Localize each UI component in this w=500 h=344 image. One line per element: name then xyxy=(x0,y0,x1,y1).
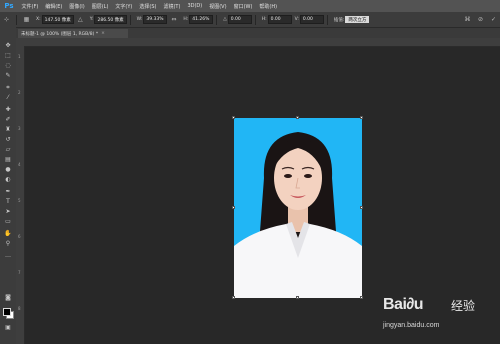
menu-view[interactable]: 视图(V) xyxy=(206,3,230,10)
close-icon[interactable]: × xyxy=(101,31,105,36)
w-label: W: xyxy=(136,17,143,22)
transform-handle-top[interactable] xyxy=(296,116,299,119)
blur-tool-icon[interactable]: ● xyxy=(3,165,13,174)
type-tool-icon[interactable]: T xyxy=(3,197,13,206)
vskew-label: V: xyxy=(294,17,299,22)
move-tool-icon[interactable]: ✥ xyxy=(3,41,13,50)
menu-type[interactable]: 文字(Y) xyxy=(112,3,136,10)
screen-mode-icon[interactable]: ▣ xyxy=(3,323,13,332)
ruler-label: 8 xyxy=(18,306,21,311)
quick-select-tool-icon[interactable]: ✎ xyxy=(3,71,13,80)
options-bar: ⊹ ▦ X: 147.50 像素 △ Y: 286.50 像素 W: 39.33… xyxy=(0,12,500,28)
hand-tool-icon[interactable]: ✋ xyxy=(3,229,13,238)
separator xyxy=(216,14,218,25)
document-tab-title: 未标题-1 @ 100% (图层 1, RGB/8) * xyxy=(21,31,99,37)
transform-handle-top-right[interactable] xyxy=(360,116,363,119)
crop-tool-icon[interactable]: ⌗ xyxy=(3,83,13,92)
ruler-vertical: 1 2 3 4 5 6 7 8 xyxy=(16,46,25,344)
shape-tool-icon[interactable]: ▭ xyxy=(3,217,13,226)
healing-brush-tool-icon[interactable]: ✚ xyxy=(3,105,13,114)
transform-handle-bottom-right[interactable] xyxy=(360,296,363,299)
ruler-label: 4 xyxy=(18,162,21,167)
menu-select[interactable]: 选择(S) xyxy=(136,3,160,10)
width-input[interactable]: 39.33% xyxy=(143,15,168,24)
angle-input[interactable]: 0.00 xyxy=(227,15,252,24)
interpolation-select[interactable]: 两次立方 xyxy=(345,16,370,23)
menu-layer[interactable]: 图层(L) xyxy=(88,3,112,10)
h-label: H: xyxy=(183,17,189,22)
vskew-input[interactable]: 0.00 xyxy=(299,15,324,24)
quick-mask-icon[interactable]: ◙ xyxy=(3,293,13,302)
cancel-transform-icon[interactable]: ⊘ xyxy=(476,15,485,24)
zoom-tool-icon[interactable]: ⚲ xyxy=(3,239,13,248)
ruler-corner xyxy=(16,38,24,46)
ruler-horizontal xyxy=(24,38,500,53)
hskew-input[interactable]: 0.00 xyxy=(267,15,292,24)
reference-point-icon[interactable]: ▦ xyxy=(22,15,31,24)
menu-filter[interactable]: 滤镜(T) xyxy=(160,3,184,10)
y-label: Y: xyxy=(89,17,94,22)
ruler-label: 5 xyxy=(18,198,21,203)
menu-file[interactable]: 文件(F) xyxy=(18,3,42,10)
separator xyxy=(16,14,17,25)
relative-position-icon[interactable]: △ xyxy=(76,15,85,24)
x-label: X: xyxy=(36,17,41,22)
lasso-tool-icon[interactable]: ◌ xyxy=(3,61,13,70)
eyedropper-tool-icon[interactable]: ⁄ xyxy=(3,93,13,102)
menu-3d[interactable]: 3D(D) xyxy=(184,3,206,9)
hskew-label: H: xyxy=(261,17,267,22)
transform-handle-left[interactable] xyxy=(232,206,235,209)
menu-help[interactable]: 帮助(H) xyxy=(256,3,281,10)
ruler-label: 7 xyxy=(18,270,21,275)
path-selection-tool-icon[interactable]: ➤ xyxy=(3,207,13,216)
y-input[interactable]: 286.50 像素 xyxy=(94,15,127,24)
transform-handle-bottom-left[interactable] xyxy=(232,296,235,299)
x-input[interactable]: 147.50 像素 xyxy=(41,15,74,24)
tools-panel: ✥ ⬚ ◌ ✎ ⌗ ⁄ ✚ ✐ ♜ ↺ ▱ ▤ ● ◐ ✒ T ➤ ▭ ✋ ⚲ … xyxy=(0,27,17,344)
separator xyxy=(254,14,256,25)
watermark-jingyan: 经验 xyxy=(451,299,476,313)
menu-edit[interactable]: 编辑(E) xyxy=(42,3,66,10)
clone-stamp-tool-icon[interactable]: ♜ xyxy=(3,125,13,134)
height-input[interactable]: 41.26% xyxy=(189,15,214,24)
link-icon[interactable]: ⇔ xyxy=(169,15,178,24)
extra-tools-icon[interactable]: … xyxy=(3,251,13,260)
transform-handle-top-left[interactable] xyxy=(232,116,235,119)
ruler-label: 2 xyxy=(18,90,21,95)
menu-image[interactable]: 图像(I) xyxy=(66,3,88,10)
ruler-label: 1 xyxy=(18,54,21,59)
interpolation-label: 插值: xyxy=(333,17,345,23)
menu-bar: Ps 文件(F) 编辑(E) 图像(I) 图层(L) 文字(Y) 选择(S) 滤… xyxy=(0,0,500,12)
menu-window[interactable]: 窗口(W) xyxy=(230,3,256,10)
eraser-tool-icon[interactable]: ▱ xyxy=(3,145,13,154)
document-tab-bar: 未标题-1 @ 100% (图层 1, RGB/8) * × xyxy=(16,28,500,38)
ruler-label: 3 xyxy=(18,126,21,131)
pen-tool-icon[interactable]: ✒ xyxy=(3,187,13,196)
portrait-image xyxy=(234,132,362,298)
transform-tool-icon[interactable]: ⊹ xyxy=(2,15,11,24)
brush-tool-icon[interactable]: ✐ xyxy=(3,115,13,124)
foreground-color-swatch[interactable] xyxy=(3,308,11,316)
photoshop-logo: Ps xyxy=(4,2,14,10)
document-tab[interactable]: 未标题-1 @ 100% (图层 1, RGB/8) * × xyxy=(18,29,128,38)
portrait-photo-layer[interactable] xyxy=(234,118,362,298)
ruler-label: 6 xyxy=(18,234,21,239)
dodge-tool-icon[interactable]: ◐ xyxy=(3,175,13,184)
marquee-tool-icon[interactable]: ⬚ xyxy=(3,51,13,60)
separator xyxy=(326,14,328,25)
gradient-tool-icon[interactable]: ▤ xyxy=(3,155,13,164)
angle-label: △ xyxy=(223,17,227,22)
transform-handle-right[interactable] xyxy=(360,206,363,209)
watermark-url: jingyan.baidu.com xyxy=(383,322,440,329)
baidu-jingyan-watermark: Bai∂u 经验 jingyan.baidu.com xyxy=(383,292,493,337)
history-brush-tool-icon[interactable]: ↺ xyxy=(3,135,13,144)
commit-transform-icon[interactable]: ✓ xyxy=(489,15,498,24)
warp-icon[interactable]: ⌘ xyxy=(463,15,472,24)
watermark-brand: Bai∂u xyxy=(383,296,424,313)
separator xyxy=(129,14,131,25)
transform-handle-bottom[interactable] xyxy=(296,296,299,299)
